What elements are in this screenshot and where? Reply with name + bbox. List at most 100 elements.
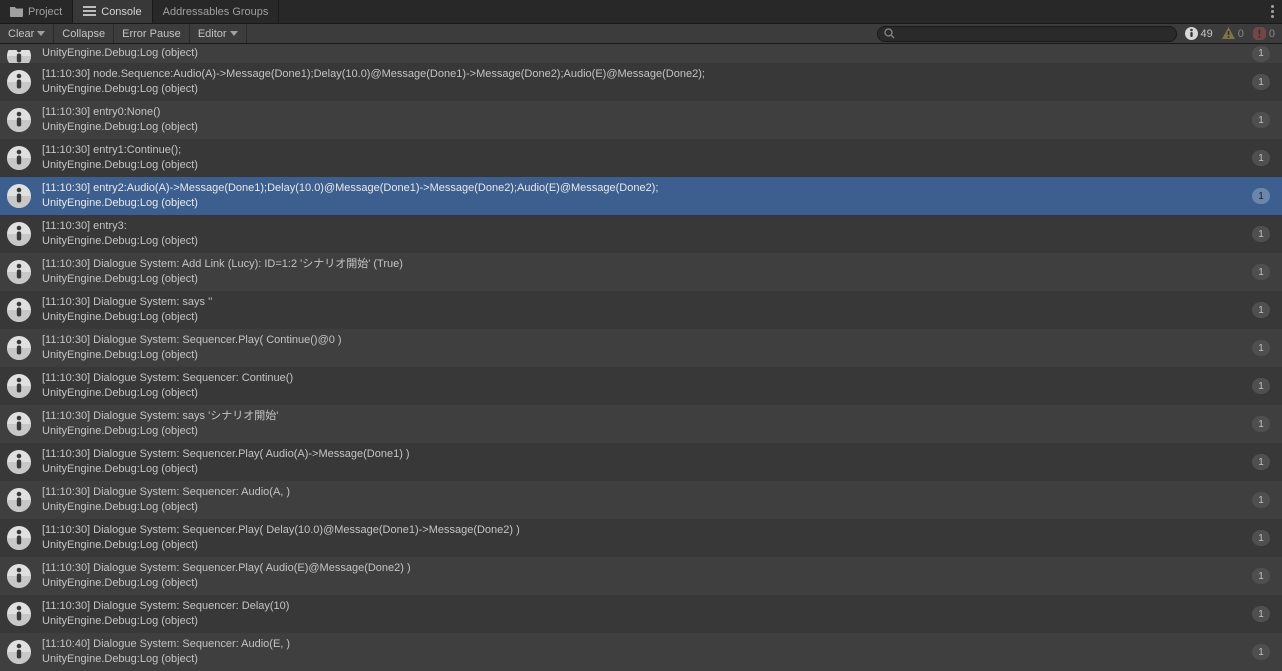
log-entry[interactable]: [11:10:30] node.Sequence:Audio(A)->Messa… [0, 63, 1282, 101]
log-stacktrace: UnityEngine.Debug:Log (object) [42, 576, 1242, 591]
info-bubble-icon [6, 563, 32, 589]
tab-addressables[interactable]: Addressables Groups [153, 0, 280, 23]
search-input[interactable] [899, 28, 1170, 40]
info-bubble-icon [6, 411, 32, 437]
log-count-badge: 1 [1252, 226, 1270, 242]
log-count-badge: 1 [1252, 46, 1270, 62]
log-count-badge: 1 [1252, 150, 1270, 166]
collapse-button[interactable]: Collapse [54, 24, 114, 43]
log-message: [11:10:30] entry1:Continue(); [42, 143, 1242, 158]
info-bubble-icon [6, 335, 32, 361]
clear-button[interactable]: Clear [0, 24, 54, 43]
log-count-badge: 1 [1252, 74, 1270, 90]
log-message: UnityEngine.Debug:Log (object) [42, 46, 1242, 61]
warning-icon [1221, 26, 1236, 41]
log-message: [11:10:30] entry2:Audio(A)->Message(Done… [42, 181, 1242, 196]
log-stacktrace: UnityEngine.Debug:Log (object) [42, 120, 1242, 135]
log-message: [11:10:30] entry0:None() [42, 105, 1242, 120]
log-entry[interactable]: [11:10:30] entry1:Continue();UnityEngine… [0, 139, 1282, 177]
warn-count-toggle[interactable]: 0 [1217, 26, 1248, 41]
info-bubble-icon [6, 69, 32, 95]
tab-project[interactable]: Project [0, 0, 73, 23]
log-entry[interactable]: [11:10:30] Dialogue System: Sequencer: D… [0, 595, 1282, 633]
error-count-toggle[interactable]: 0 [1248, 26, 1279, 41]
editor-label: Editor [198, 28, 227, 40]
info-bubble-icon [6, 449, 32, 475]
log-message: [11:10:30] Dialogue System: Sequencer: D… [42, 599, 1242, 614]
search-box[interactable] [877, 26, 1177, 42]
info-icon [1184, 26, 1199, 41]
chevron-down-icon [230, 31, 238, 36]
log-list[interactable]: UnityEngine.Debug:Log (object) 1 [11:10:3… [0, 44, 1282, 671]
log-text: [11:10:30] Dialogue System: says 'シナリオ開始… [42, 409, 1242, 439]
tab-menu-button[interactable] [1263, 0, 1282, 23]
console-icon [83, 6, 96, 17]
log-text: [11:10:30] Dialogue System: Sequencer: C… [42, 371, 1242, 401]
log-message: [11:10:30] node.Sequence:Audio(A)->Messa… [42, 67, 1242, 82]
tab-console[interactable]: Console [73, 0, 152, 23]
log-message: [11:10:30] Dialogue System: says 'シナリオ開始… [42, 409, 1242, 424]
info-bubble-icon [6, 145, 32, 171]
log-stacktrace: UnityEngine.Debug:Log (object) [42, 652, 1242, 667]
info-bubble-icon [6, 373, 32, 399]
log-count-badge: 1 [1252, 454, 1270, 470]
error-count-value: 0 [1269, 28, 1275, 40]
toolbar: Clear Collapse Error Pause Editor 49 0 0 [0, 24, 1282, 44]
log-entry[interactable]: [11:10:30] Dialogue System: says 'シナリオ開始… [0, 405, 1282, 443]
log-entry[interactable]: [11:10:30] Dialogue System: Sequencer.Pl… [0, 329, 1282, 367]
log-stacktrace: UnityEngine.Debug:Log (object) [42, 462, 1242, 477]
log-message: [11:10:30] Dialogue System: Sequencer.Pl… [42, 523, 1242, 538]
log-text: [11:10:30] Dialogue System: Sequencer: D… [42, 599, 1242, 629]
log-text: [11:10:30] Dialogue System: Sequencer.Pl… [42, 447, 1242, 477]
log-count-badge: 1 [1252, 606, 1270, 622]
log-entry[interactable]: [11:10:30] entry3:UnityEngine.Debug:Log … [0, 215, 1282, 253]
log-count-badge: 1 [1252, 340, 1270, 356]
log-message: [11:10:30] Dialogue System: says '' [42, 295, 1242, 310]
log-entry[interactable]: [11:10:30] Dialogue System: Sequencer.Pl… [0, 519, 1282, 557]
error-icon [1252, 26, 1267, 41]
collapse-label: Collapse [62, 28, 105, 40]
info-bubble-icon [6, 487, 32, 513]
info-bubble-icon [6, 525, 32, 551]
log-entry[interactable]: [11:10:30] Dialogue System: Sequencer: C… [0, 367, 1282, 405]
error-pause-button[interactable]: Error Pause [114, 24, 190, 43]
info-bubble-icon [6, 259, 32, 285]
log-stacktrace: UnityEngine.Debug:Log (object) [42, 158, 1242, 173]
log-stacktrace: UnityEngine.Debug:Log (object) [42, 348, 1242, 363]
log-count-badge: 1 [1252, 302, 1270, 318]
log-count-badge: 1 [1252, 568, 1270, 584]
log-message: [11:10:40] Dialogue System: Sequencer: A… [42, 637, 1242, 652]
log-entry[interactable]: UnityEngine.Debug:Log (object) 1 [0, 44, 1282, 63]
log-count-badge: 1 [1252, 644, 1270, 660]
log-message: [11:10:30] Dialogue System: Sequencer: C… [42, 371, 1242, 386]
tabs-bar: Project Console Addressables Groups [0, 0, 1282, 24]
log-entry[interactable]: [11:10:30] Dialogue System: Sequencer.Pl… [0, 443, 1282, 481]
chevron-down-icon [37, 31, 45, 36]
log-entry[interactable]: [11:10:30] entry2:Audio(A)->Message(Done… [0, 177, 1282, 215]
log-entry[interactable]: [11:10:30] entry0:None()UnityEngine.Debu… [0, 101, 1282, 139]
log-entry[interactable]: [11:10:30] Dialogue System: says ''Unity… [0, 291, 1282, 329]
log-message: [11:10:30] Dialogue System: Sequencer: A… [42, 485, 1242, 500]
log-stacktrace: UnityEngine.Debug:Log (object) [42, 82, 1242, 97]
log-stacktrace: UnityEngine.Debug:Log (object) [42, 424, 1242, 439]
log-entry[interactable]: [11:10:30] Dialogue System: Add Link (Lu… [0, 253, 1282, 291]
log-count-badge: 1 [1252, 112, 1270, 128]
log-stacktrace: UnityEngine.Debug:Log (object) [42, 234, 1242, 249]
info-bubble-icon [6, 601, 32, 627]
log-message: [11:10:30] Dialogue System: Add Link (Lu… [42, 257, 1242, 272]
log-text: UnityEngine.Debug:Log (object) [42, 46, 1242, 61]
log-stacktrace: UnityEngine.Debug:Log (object) [42, 310, 1242, 325]
log-entry[interactable]: [11:10:40] Dialogue System: Sequencer: A… [0, 633, 1282, 671]
log-text: [11:10:30] entry1:Continue();UnityEngine… [42, 143, 1242, 173]
log-text: [11:10:30] Dialogue System: Sequencer.Pl… [42, 523, 1242, 553]
editor-dropdown[interactable]: Editor [190, 24, 247, 43]
tab-addressables-label: Addressables Groups [163, 6, 269, 18]
info-count-toggle[interactable]: 49 [1180, 26, 1217, 41]
log-text: [11:10:30] node.Sequence:Audio(A)->Messa… [42, 67, 1242, 97]
log-entry[interactable]: [11:10:30] Dialogue System: Sequencer.Pl… [0, 557, 1282, 595]
log-count-badge: 1 [1252, 264, 1270, 280]
info-bubble-icon [6, 639, 32, 665]
tab-project-label: Project [28, 6, 62, 18]
log-entry[interactable]: [11:10:30] Dialogue System: Sequencer: A… [0, 481, 1282, 519]
log-message: [11:10:30] entry3: [42, 219, 1242, 234]
